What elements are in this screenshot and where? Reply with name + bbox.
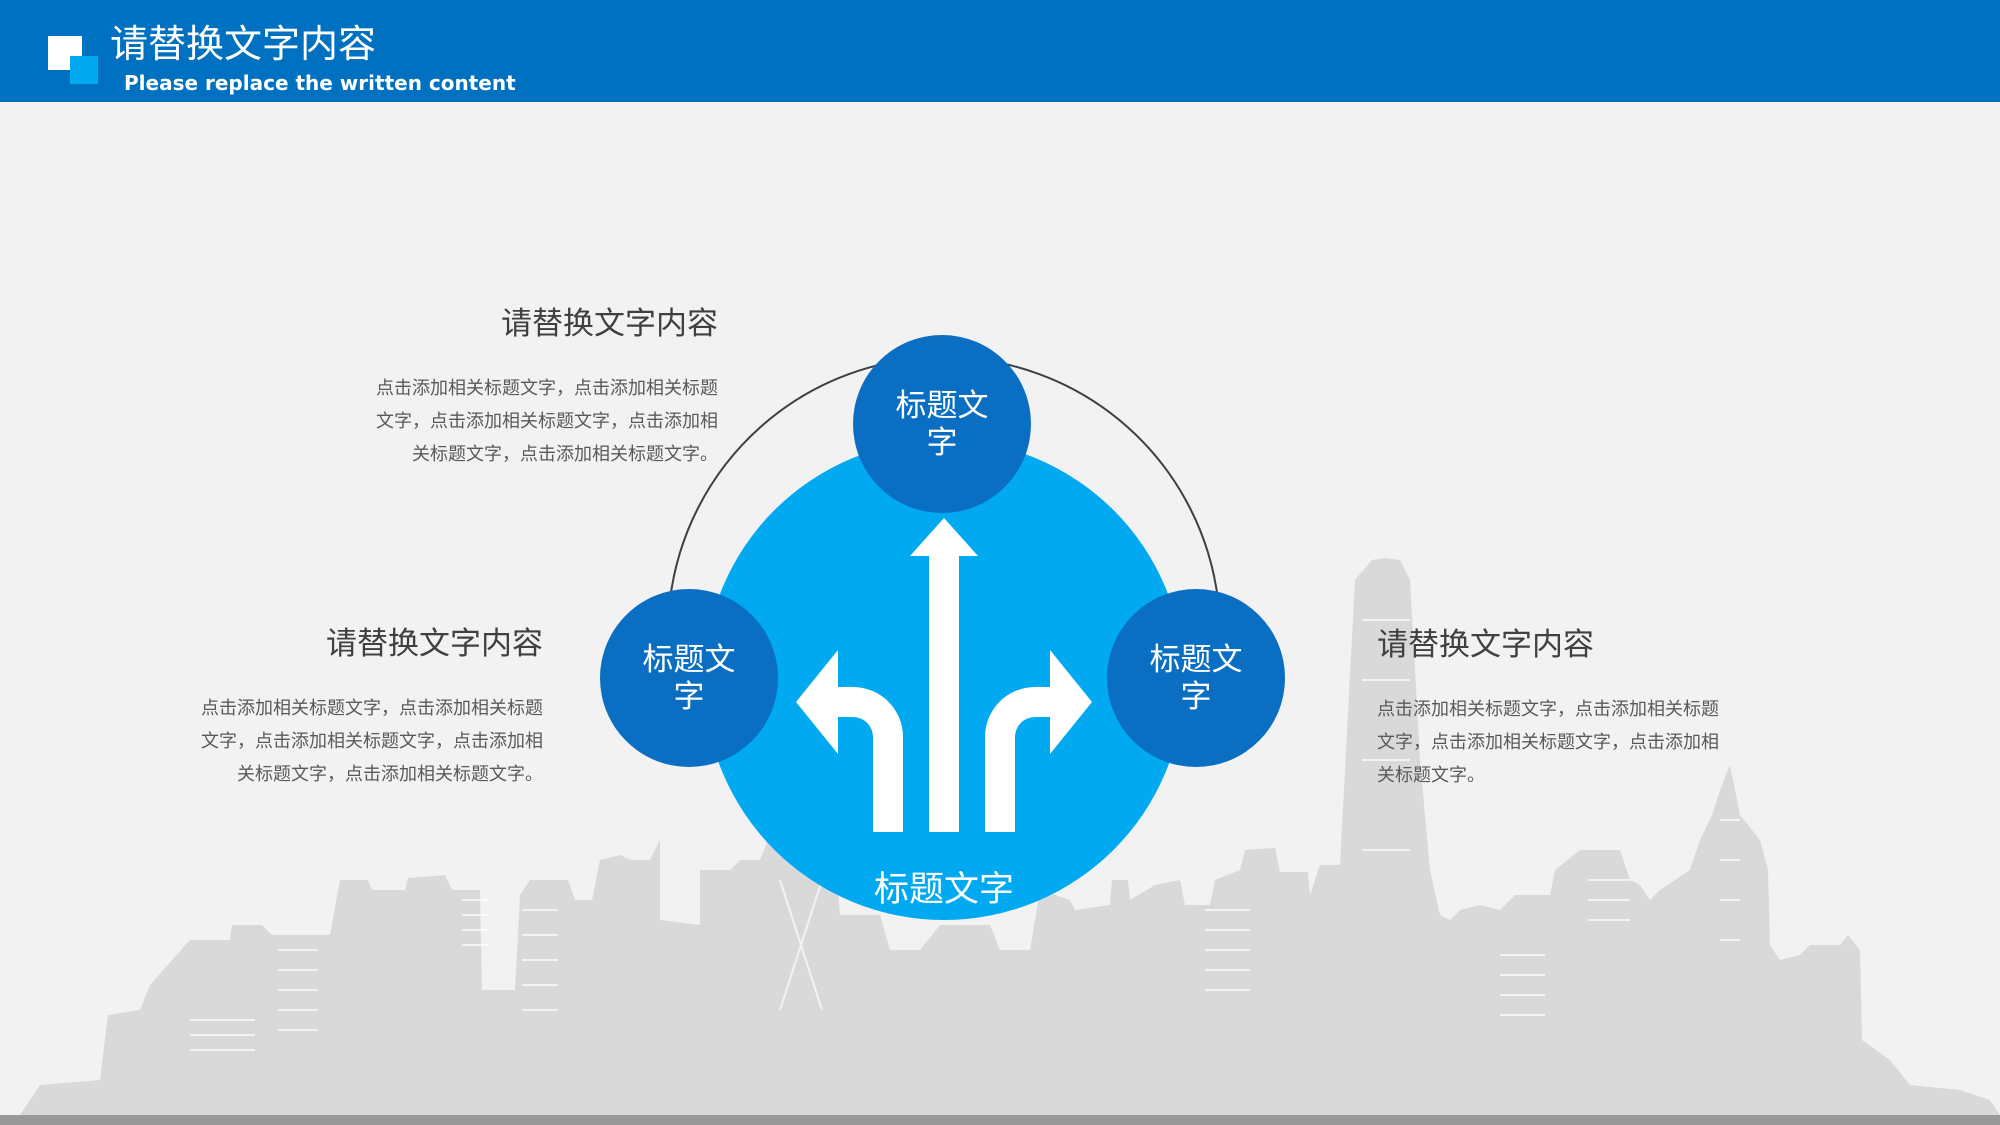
- bottom-bar: [0, 1115, 2000, 1125]
- block-text: 点击添加相关标题文字，点击添加相关标题文字，点击添加相关标题文字，点击添加相关标…: [1377, 699, 1719, 786]
- block-heading: 请替换文字内容: [501, 306, 718, 342]
- block-heading: 请替换文字内容: [326, 626, 543, 662]
- node-label-left: 标题文字: [642, 642, 736, 715]
- block-heading: 请替换文字内容: [1377, 627, 1594, 663]
- text-block-right: 请替换文字内容 点击添加相关标题文字，点击添加相关标题文字，点击添加相关标题文字…: [1377, 625, 1725, 792]
- node-label-right: 标题文字: [1149, 642, 1243, 715]
- text-block-bottom-left: 请替换文字内容 点击添加相关标题文字，点击添加相关标题文字，点击添加相关标题文字…: [195, 624, 543, 791]
- block-text: 点击添加相关标题文字，点击添加相关标题文字，点击添加相关标题文字，点击添加相关标…: [201, 698, 543, 785]
- block-text: 点击添加相关标题文字，点击添加相关标题文字，点击添加相关标题文字，点击添加相关标…: [376, 378, 718, 465]
- text-block-top-left: 请替换文字内容 点击添加相关标题文字，点击添加相关标题文字，点击添加相关标题文字…: [370, 304, 718, 471]
- node-label-top: 标题文字: [895, 388, 989, 461]
- diagram-scene: [20, 335, 2000, 1115]
- center-label: 标题文字: [873, 870, 1014, 910]
